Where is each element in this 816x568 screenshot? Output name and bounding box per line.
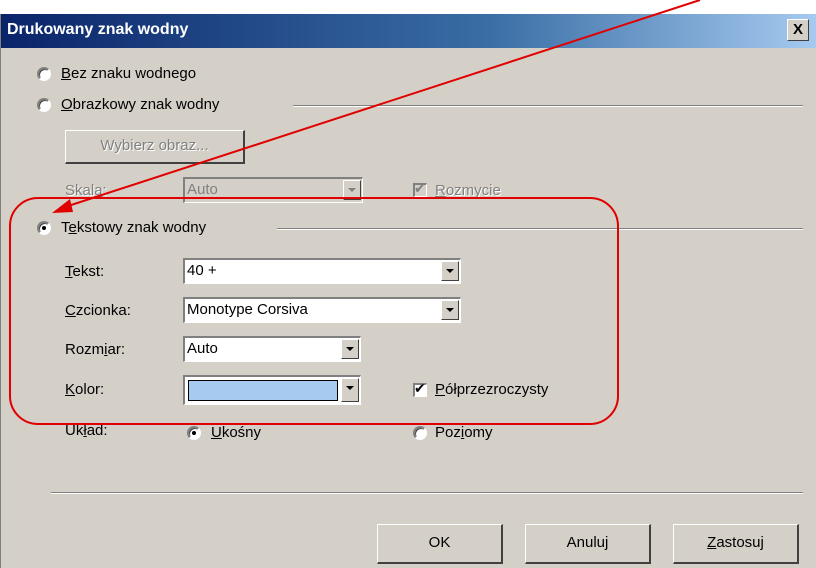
watermark-dialog: Drukowany znak wodny X Bez znaku wodnego… xyxy=(0,14,816,568)
color-select[interactable] xyxy=(183,375,361,405)
picture-group-divider xyxy=(293,105,803,107)
text-watermark-radio[interactable] xyxy=(37,221,51,235)
cancel-label: Anuluj xyxy=(566,534,609,551)
chevron-down-icon xyxy=(441,300,459,320)
picture-watermark-radio[interactable] xyxy=(37,98,51,112)
ok-label: OK xyxy=(428,534,451,551)
cancel-button[interactable]: Anuluj xyxy=(525,524,651,564)
scale-select[interactable]: Auto xyxy=(183,177,363,203)
color-label: Kolor: xyxy=(65,381,105,398)
close-button[interactable]: X xyxy=(787,19,809,41)
horizontal-label[interactable]: Poziomy xyxy=(435,424,493,441)
picture-watermark-label[interactable]: Obrazkowy znak wodny xyxy=(61,96,219,113)
scale-value: Auto xyxy=(187,181,218,198)
diagonal-radio[interactable] xyxy=(187,426,201,440)
check-icon: ✔ xyxy=(414,181,426,197)
text-value: 40 + xyxy=(187,262,217,279)
washout-label[interactable]: Rozmycie xyxy=(435,182,501,199)
text-group-divider xyxy=(277,228,803,230)
select-picture-button[interactable]: Wybierz obraz... xyxy=(65,130,245,164)
text-watermark-label[interactable]: Tekstowy znak wodny xyxy=(61,219,206,236)
no-watermark-radio[interactable] xyxy=(37,67,51,81)
text-select[interactable]: 40 + xyxy=(183,258,461,284)
size-value: Auto xyxy=(187,340,218,357)
text-label: Tekst: xyxy=(65,263,105,280)
chevron-down-icon xyxy=(341,378,359,402)
ok-button[interactable]: OK xyxy=(377,524,503,564)
title-bar[interactable]: Drukowany znak wodny X xyxy=(1,14,816,48)
font-select[interactable]: Monotype Corsiva xyxy=(183,297,461,323)
no-watermark-label[interactable]: Bez znaku wodnego xyxy=(61,65,196,82)
apply-label: Zastosuj xyxy=(707,534,764,551)
horizontal-radio[interactable] xyxy=(413,426,427,440)
chevron-down-icon xyxy=(341,339,359,359)
font-value: Monotype Corsiva xyxy=(187,301,308,318)
check-icon: ✔ xyxy=(414,381,426,397)
size-select[interactable]: Auto xyxy=(183,336,361,362)
size-label: Rozmiar: xyxy=(65,341,126,358)
diagonal-label[interactable]: Ukośny xyxy=(211,424,261,441)
washout-checkbox[interactable]: ✔ xyxy=(413,181,427,197)
chevron-down-icon xyxy=(343,180,361,200)
layout-label: Układ: xyxy=(65,422,108,439)
semitransparent-checkbox[interactable]: ✔ xyxy=(413,381,427,397)
dialog-title: Drukowany znak wodny xyxy=(7,21,189,38)
semitransparent-label[interactable]: Półprzezroczysty xyxy=(435,381,548,398)
apply-button[interactable]: Zastosuj xyxy=(673,524,799,564)
select-picture-label: Wybierz obraz... xyxy=(100,137,209,154)
chevron-down-icon xyxy=(441,261,459,281)
font-label: Czcionka: xyxy=(65,302,131,319)
bottom-divider xyxy=(51,492,803,494)
close-icon: X xyxy=(792,21,803,38)
scale-label: Skala: xyxy=(65,182,107,199)
color-swatch xyxy=(188,380,338,401)
